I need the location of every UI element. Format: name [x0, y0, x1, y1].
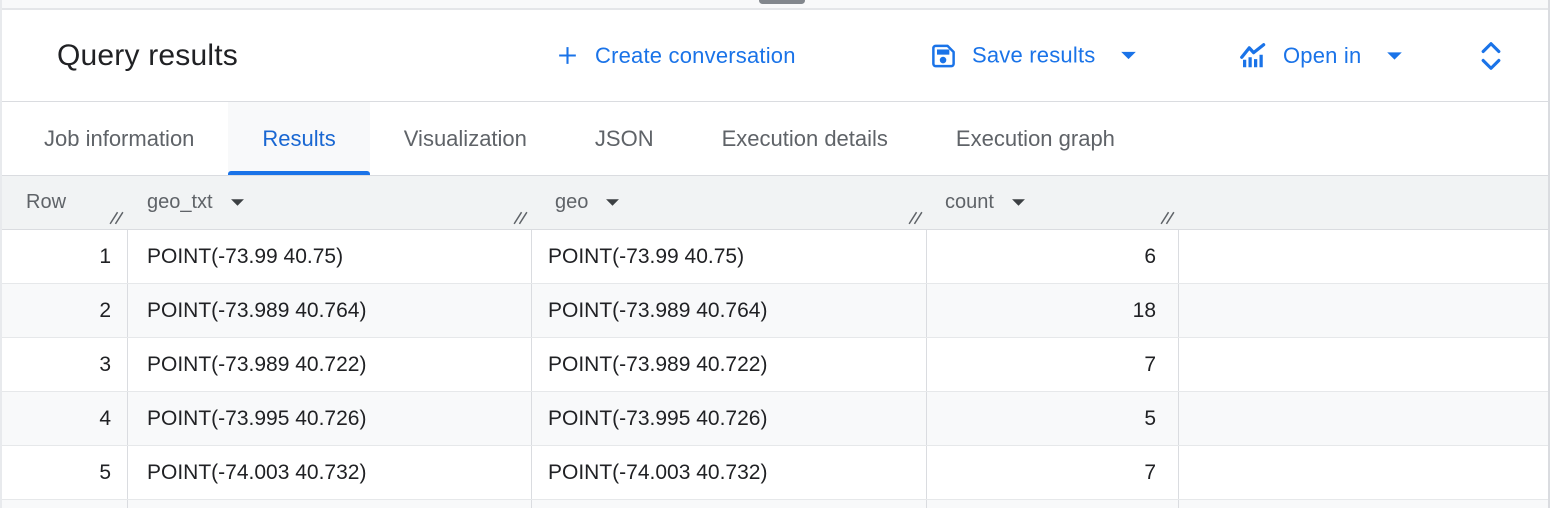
open-in-label: Open in	[1283, 43, 1361, 69]
row-number-cell: 5	[2, 446, 128, 499]
count-cell[interactable]: 18	[927, 284, 1179, 337]
column-resize-handle-icon[interactable]	[108, 209, 125, 226]
geo-cell[interactable]: POINT(-73.989 40.722)	[532, 338, 927, 391]
row-number-cell: 2	[2, 284, 128, 337]
filler-cell	[1179, 446, 1548, 499]
row-number-cell: 4	[2, 392, 128, 445]
query-results-header: Query results Create conversation Save r…	[2, 10, 1548, 102]
expand-vertical-icon	[1478, 37, 1504, 75]
row-number-cell: 3	[2, 338, 128, 391]
expand-panel-button[interactable]	[1478, 37, 1504, 75]
table-row: 4 POINT(-73.995 40.726) POINT(-73.995 40…	[2, 392, 1548, 446]
filler-cell	[1179, 338, 1548, 391]
column-header-count-label: count	[945, 191, 994, 214]
column-header-geo-label: geo	[555, 191, 588, 214]
count-cell	[927, 500, 1179, 508]
count-cell[interactable]: 6	[927, 230, 1179, 283]
create-conversation-button[interactable]: Create conversation	[555, 43, 796, 69]
save-results-label: Save results	[972, 43, 1095, 69]
count-cell[interactable]: 5	[927, 392, 1179, 445]
geo-cell[interactable]: POINT(-73.989 40.764)	[532, 284, 927, 337]
tab-results[interactable]: Results	[228, 102, 369, 175]
table-row-partial	[2, 500, 1548, 508]
geo-cell	[532, 500, 927, 508]
tab-execution-details[interactable]: Execution details	[688, 102, 922, 175]
geo-txt-cell[interactable]: POINT(-73.995 40.726)	[128, 392, 532, 445]
save-results-dropdown-caret-icon	[1120, 51, 1137, 61]
count-cell[interactable]: 7	[927, 338, 1179, 391]
filler-cell	[1179, 284, 1548, 337]
plus-icon	[555, 43, 580, 68]
column-header-filler	[1179, 176, 1548, 229]
open-in-button[interactable]: Open in	[1238, 41, 1403, 71]
table-row: 1 POINT(-73.99 40.75) POINT(-73.99 40.75…	[2, 230, 1548, 284]
tab-visualization[interactable]: Visualization	[370, 102, 561, 175]
open-in-dropdown-caret-icon	[1386, 51, 1403, 61]
geo-txt-cell[interactable]: POINT(-73.989 40.722)	[128, 338, 532, 391]
geo-cell[interactable]: POINT(-73.995 40.726)	[532, 392, 927, 445]
column-header-row-label: Row	[26, 191, 66, 214]
results-table-header: Row geo_txt geo count	[2, 176, 1548, 230]
create-conversation-label: Create conversation	[595, 43, 796, 69]
column-header-geo-txt-label: geo_txt	[147, 191, 213, 214]
save-icon	[930, 42, 957, 69]
row-number-cell	[2, 500, 128, 508]
tab-json[interactable]: JSON	[561, 102, 688, 175]
sort-caret-icon[interactable]	[1011, 198, 1026, 207]
geo-txt-cell	[128, 500, 532, 508]
results-table-body: 1 POINT(-73.99 40.75) POINT(-73.99 40.75…	[2, 230, 1548, 508]
geo-txt-cell[interactable]: POINT(-73.99 40.75)	[128, 230, 532, 283]
panel-drag-handle-icon[interactable]	[759, 0, 805, 4]
tab-execution-graph[interactable]: Execution graph	[922, 102, 1149, 175]
column-header-geo[interactable]: geo	[532, 176, 927, 229]
geo-txt-cell[interactable]: POINT(-74.003 40.732)	[128, 446, 532, 499]
results-tab-bar: Job information Results Visualization JS…	[2, 102, 1548, 176]
panel-top-strip	[2, 0, 1548, 10]
sort-caret-icon[interactable]	[605, 198, 620, 207]
geo-cell[interactable]: POINT(-74.003 40.732)	[532, 446, 927, 499]
column-resize-handle-icon[interactable]	[907, 209, 924, 226]
table-row: 3 POINT(-73.989 40.722) POINT(-73.989 40…	[2, 338, 1548, 392]
column-header-row: Row	[2, 176, 128, 229]
table-row: 2 POINT(-73.989 40.764) POINT(-73.989 40…	[2, 284, 1548, 338]
column-resize-handle-icon[interactable]	[1159, 209, 1176, 226]
column-header-count[interactable]: count	[927, 176, 1179, 229]
column-header-geo-txt[interactable]: geo_txt	[128, 176, 532, 229]
filler-cell	[1179, 500, 1548, 508]
geo-txt-cell[interactable]: POINT(-73.989 40.764)	[128, 284, 532, 337]
filler-cell	[1179, 392, 1548, 445]
column-resize-handle-icon[interactable]	[512, 209, 529, 226]
filler-cell	[1179, 230, 1548, 283]
row-number-cell: 1	[2, 230, 128, 283]
page-title: Query results	[57, 39, 238, 73]
table-row: 5 POINT(-74.003 40.732) POINT(-74.003 40…	[2, 446, 1548, 500]
chart-icon	[1238, 41, 1268, 71]
save-results-button[interactable]: Save results	[930, 42, 1137, 69]
sort-caret-icon[interactable]	[230, 198, 245, 207]
count-cell[interactable]: 7	[927, 446, 1179, 499]
geo-cell[interactable]: POINT(-73.99 40.75)	[532, 230, 927, 283]
tab-job-information[interactable]: Job information	[10, 102, 228, 175]
